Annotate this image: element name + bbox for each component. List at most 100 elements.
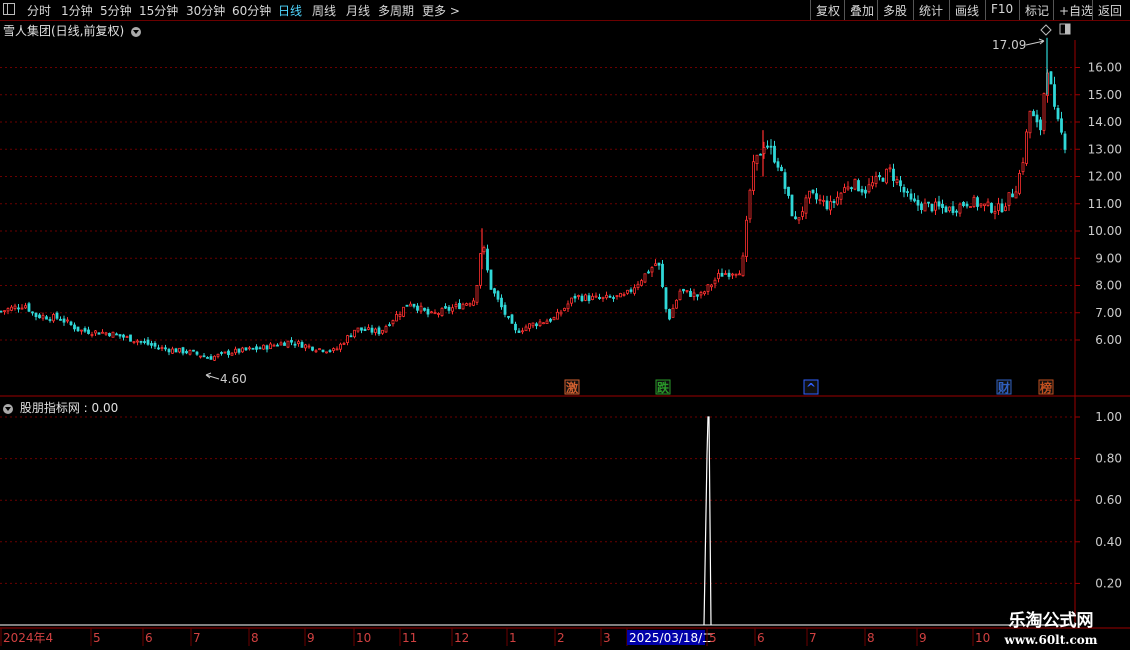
candle-body bbox=[563, 307, 566, 311]
period-tab[interactable]: 分时 bbox=[27, 2, 51, 19]
price-label: 6.00 bbox=[1095, 333, 1122, 347]
toolbar-button[interactable]: 画线 bbox=[949, 0, 984, 20]
period-tab[interactable]: 日线 bbox=[278, 2, 302, 19]
date-label: 6 bbox=[757, 631, 765, 645]
price-label: 13.00 bbox=[1088, 142, 1122, 156]
candle-body bbox=[514, 323, 517, 331]
watermark: 乐淘公式网 www.60lt.com bbox=[988, 606, 1114, 647]
candle-body bbox=[752, 161, 755, 191]
candle-body bbox=[290, 340, 293, 343]
candle-body bbox=[986, 201, 990, 206]
candle-body bbox=[766, 145, 769, 148]
candle-body bbox=[927, 201, 930, 204]
candle-body bbox=[468, 303, 472, 306]
candle-body bbox=[426, 308, 430, 315]
period-tab[interactable]: 15分钟 bbox=[139, 2, 178, 19]
toolbar-button[interactable]: 多股 bbox=[877, 0, 912, 20]
candle-body bbox=[1007, 192, 1011, 206]
candle-body bbox=[412, 303, 416, 307]
period-tab[interactable]: 5分钟 bbox=[100, 2, 132, 19]
candle-body bbox=[948, 206, 951, 212]
candle-body bbox=[790, 194, 794, 217]
chevron-down-icon[interactable] bbox=[131, 26, 142, 37]
toolbar-button[interactable]: 标记 bbox=[1019, 0, 1054, 20]
candle-body bbox=[1042, 93, 1046, 131]
candle-body bbox=[419, 305, 423, 312]
chevron-down-icon[interactable] bbox=[3, 403, 13, 414]
candle-body bbox=[825, 200, 829, 210]
period-tab[interactable]: 30分钟 bbox=[186, 2, 225, 19]
candle-body bbox=[160, 347, 164, 350]
candle-body bbox=[83, 328, 87, 332]
candle-body bbox=[937, 201, 941, 207]
period-tab[interactable]: 月线 bbox=[346, 2, 370, 19]
candle-body bbox=[370, 327, 374, 333]
candle-body bbox=[993, 211, 997, 214]
candle-body bbox=[62, 318, 66, 323]
candle-body bbox=[388, 324, 391, 327]
candle-body bbox=[461, 303, 465, 310]
candle-body bbox=[531, 322, 535, 327]
candle-body bbox=[325, 351, 328, 354]
kline-chart[interactable]: 16.0015.0014.0013.0012.0011.0010.009.008… bbox=[0, 0, 1130, 650]
candle-body bbox=[31, 311, 34, 314]
candle-body bbox=[853, 178, 857, 190]
indicator-label: 股朋指标网 : 0.00 bbox=[19, 401, 119, 415]
candle-body bbox=[139, 340, 143, 343]
candle-body bbox=[1014, 191, 1018, 199]
period-tab[interactable]: 1分钟 bbox=[61, 2, 93, 19]
candle-body bbox=[605, 294, 608, 299]
candle-body bbox=[706, 284, 710, 292]
candle-body bbox=[332, 348, 335, 351]
candle-body bbox=[339, 343, 342, 350]
candle-body bbox=[734, 273, 738, 276]
candle-body bbox=[377, 327, 381, 335]
candle-body bbox=[836, 196, 839, 205]
candle-body bbox=[671, 307, 675, 318]
toolbar-button[interactable]: 返回 bbox=[1092, 0, 1127, 20]
event-marker-label: 激 bbox=[566, 380, 578, 395]
candle-body bbox=[493, 288, 496, 294]
period-tab[interactable]: 多周期 bbox=[378, 2, 414, 19]
candle-body bbox=[811, 189, 815, 194]
toolbar-button[interactable]: F10 bbox=[985, 0, 1018, 20]
more-periods-button[interactable]: 更多 > bbox=[422, 2, 460, 19]
candle-body bbox=[311, 346, 314, 351]
date-cursor-box bbox=[627, 630, 705, 645]
candle-body bbox=[969, 206, 972, 208]
toolbar-button[interactable]: 统计 bbox=[913, 0, 948, 20]
toolbar-button[interactable]: 复权 bbox=[810, 0, 845, 20]
candle-body bbox=[258, 347, 262, 350]
candle-body bbox=[108, 333, 111, 337]
candle-body bbox=[66, 319, 69, 322]
candle-body bbox=[622, 293, 626, 296]
candle-body bbox=[850, 187, 853, 190]
period-tab[interactable]: 周线 bbox=[312, 2, 336, 19]
diamond-icon bbox=[1040, 24, 1052, 36]
candle-body bbox=[125, 336, 129, 338]
candle-body bbox=[34, 312, 38, 317]
date-label: 7 bbox=[809, 631, 817, 645]
candle-body bbox=[916, 199, 920, 206]
candle-body bbox=[153, 342, 157, 347]
candle-body bbox=[983, 203, 986, 206]
candle-body bbox=[920, 203, 923, 211]
candle-body bbox=[979, 203, 983, 207]
layout-toggle-icon[interactable] bbox=[3, 3, 15, 15]
candle-body bbox=[587, 295, 591, 301]
candle-body bbox=[1046, 72, 1049, 96]
candle-body bbox=[888, 167, 892, 170]
event-marker-box bbox=[803, 379, 819, 395]
arrow-icon bbox=[1025, 38, 1045, 46]
candle-body bbox=[465, 303, 468, 306]
candle-body bbox=[545, 320, 549, 325]
candle-body bbox=[1021, 162, 1025, 173]
candle-body bbox=[934, 201, 937, 211]
candle-body bbox=[944, 206, 948, 213]
candle-body bbox=[297, 341, 300, 345]
toolbar-button[interactable]: 叠加 bbox=[844, 0, 879, 20]
candle-body bbox=[909, 193, 913, 200]
candle-body bbox=[241, 347, 244, 353]
period-tab[interactable]: 60分钟 bbox=[232, 2, 271, 19]
period-toolbar: 分时 1分钟 5分钟 15分钟 30分钟 60分钟 日线 周线 月线 多周期 更多 > 复权 叠加多… bbox=[0, 0, 1130, 21]
